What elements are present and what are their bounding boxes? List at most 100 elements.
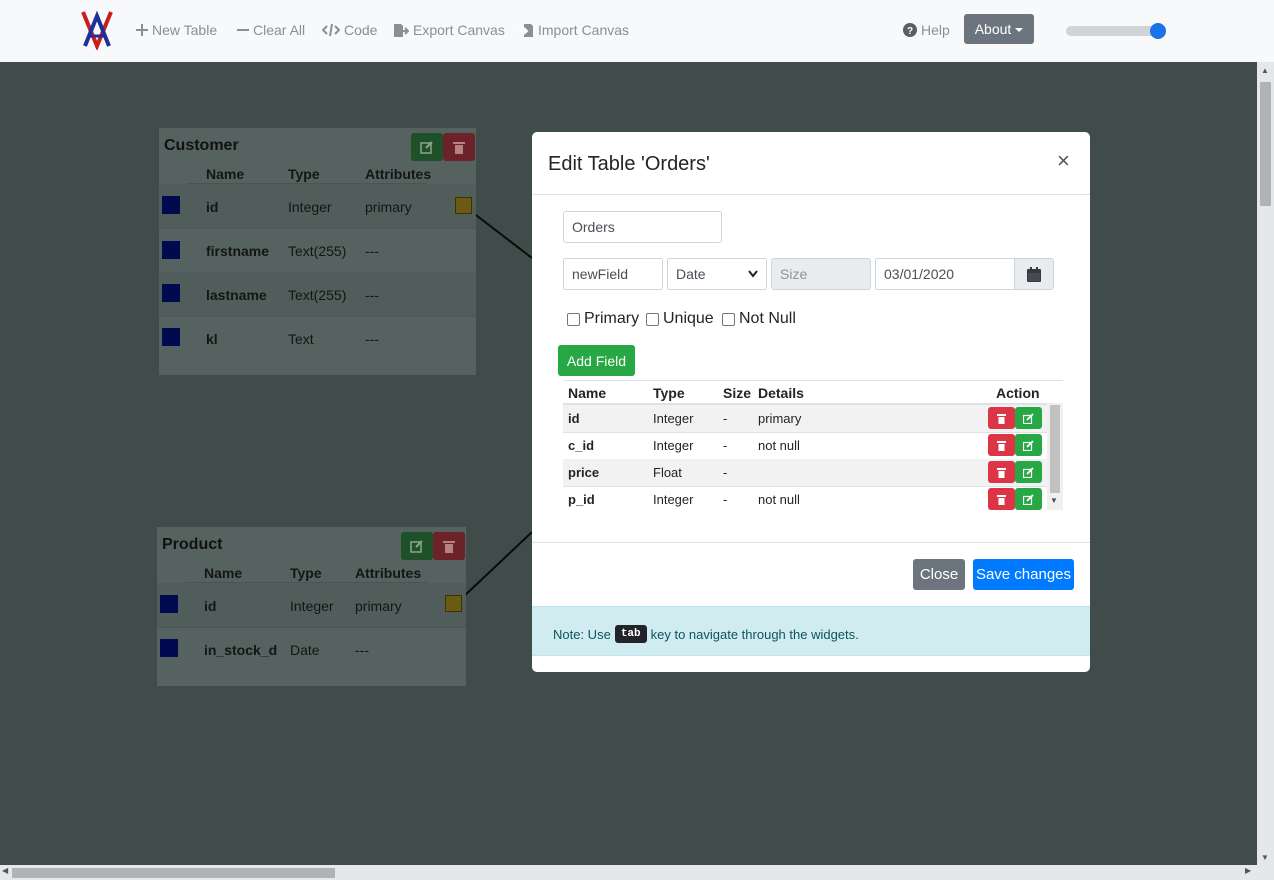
scroll-right-arrow-icon[interactable]: ▶	[1245, 866, 1251, 875]
table-row[interactable]: lastname Text(255) ---	[159, 272, 476, 316]
field-name: price	[568, 465, 600, 480]
delete-table-button[interactable]	[443, 133, 475, 161]
field-type: Integer	[653, 438, 694, 453]
field-size: -	[723, 492, 728, 507]
field-type: Text(255)	[288, 243, 347, 259]
relation-anchor[interactable]	[455, 197, 472, 214]
scroll-left-arrow-icon[interactable]: ◀	[2, 866, 8, 875]
not-null-label: Not Null	[739, 310, 796, 327]
horizontal-scrollbar-thumb[interactable]	[12, 868, 335, 878]
field-anchor[interactable]	[160, 595, 178, 613]
delete-field-button[interactable]	[988, 488, 1015, 510]
field-name: id	[206, 199, 219, 215]
field-size: -	[723, 438, 728, 453]
product-table-card[interactable]: Product Name Type Attributes id Integer …	[157, 527, 466, 686]
field-details: not null	[758, 492, 800, 507]
field-type: Integer	[290, 598, 334, 614]
unique-checkbox[interactable]: Unique	[646, 310, 714, 328]
column-header-name: Name	[568, 385, 607, 401]
relation-anchor[interactable]	[445, 595, 462, 612]
column-header-name: Name	[204, 565, 243, 581]
tab-key-badge: tab	[614, 625, 647, 643]
modal-title: Edit Table 'Orders'	[548, 153, 710, 175]
vertical-scrollbar-thumb[interactable]	[1260, 82, 1271, 206]
close-button[interactable]: Close	[913, 559, 965, 590]
field-anchor[interactable]	[162, 196, 180, 214]
field-anchor[interactable]	[160, 639, 178, 657]
add-field-button[interactable]: Add Field	[558, 345, 635, 376]
customer-table-card[interactable]: Customer Name Type Attributes id Integer…	[159, 128, 476, 375]
table-top-border	[563, 380, 1063, 381]
delete-field-button[interactable]	[988, 434, 1015, 456]
primary-checkbox-box[interactable]	[567, 312, 580, 326]
edit-icon	[1023, 493, 1034, 505]
delete-field-button[interactable]	[988, 461, 1015, 483]
column-header-type: Type	[288, 166, 320, 182]
save-changes-button[interactable]: Save changes	[973, 559, 1074, 590]
field-name-input[interactable]: newField	[563, 258, 663, 290]
unique-checkbox-box[interactable]	[646, 312, 659, 326]
delete-field-button[interactable]	[988, 407, 1015, 429]
not-null-checkbox-box[interactable]	[722, 312, 735, 326]
table-row[interactable]: id Integer primary	[159, 184, 476, 228]
field-attributes: ---	[365, 287, 379, 303]
column-header-type: Type	[653, 385, 685, 401]
field-type: Date	[290, 642, 320, 658]
field-name: id	[568, 411, 580, 426]
scroll-down-arrow-icon[interactable]: ▼	[1261, 853, 1269, 862]
edit-field-button[interactable]	[1015, 407, 1042, 429]
field-anchor[interactable]	[162, 284, 180, 302]
not-null-checkbox[interactable]: Not Null	[722, 310, 796, 328]
modal-header-divider	[532, 194, 1090, 195]
edit-table-button[interactable]	[401, 532, 433, 560]
close-icon[interactable]: ×	[1057, 150, 1070, 172]
relation-line-customer	[471, 211, 533, 259]
field-type-select[interactable]: Date	[667, 258, 767, 290]
fields-table: Name Type Size Details Action id Integer…	[563, 380, 1063, 510]
date-input[interactable]: 03/01/2020	[875, 258, 1016, 290]
table-title: Product	[162, 536, 223, 553]
column-header-type: Type	[290, 565, 322, 581]
field-anchor[interactable]	[162, 241, 180, 259]
scroll-down-arrow-icon[interactable]: ▼	[1050, 496, 1058, 505]
edit-icon	[1023, 412, 1034, 424]
note-suffix: key to navigate through the widgets.	[650, 626, 859, 642]
table-row: p_id Integer - not null	[563, 486, 1047, 513]
column-header-size: Size	[723, 385, 752, 401]
table-row: price Float -	[563, 459, 1047, 486]
table-title: Customer	[164, 137, 239, 154]
table-row[interactable]: kl Text ---	[159, 316, 476, 360]
fields-table-scrollbar-thumb[interactable]	[1050, 405, 1060, 493]
table-row[interactable]: firstname Text(255) ---	[159, 228, 476, 272]
field-size-input[interactable]: Size	[771, 258, 871, 290]
edit-field-button[interactable]	[1015, 461, 1042, 483]
field-anchor[interactable]	[162, 328, 180, 346]
column-header-details: Details	[758, 385, 804, 401]
field-details: not null	[758, 438, 800, 453]
table-row[interactable]: in_stock_d Date ---	[157, 627, 466, 671]
column-header-attributes: Attributes	[355, 565, 422, 581]
field-attributes: ---	[355, 642, 369, 658]
table-name-input[interactable]: Orders	[563, 211, 722, 243]
primary-checkbox[interactable]: Primary	[567, 310, 639, 328]
field-type: Text(255)	[288, 287, 347, 303]
edit-field-button[interactable]	[1015, 434, 1042, 456]
trash-icon	[997, 440, 1006, 451]
field-attributes: ---	[365, 331, 379, 347]
field-type: Float	[653, 465, 682, 480]
field-name: lastname	[206, 287, 267, 303]
table-row[interactable]: id Integer primary	[157, 583, 466, 627]
trash-icon	[997, 413, 1006, 424]
field-name: id	[204, 598, 217, 614]
column-header-attributes: Attributes	[365, 166, 432, 182]
edit-table-button[interactable]	[411, 133, 443, 161]
note-prefix: Note: Use	[553, 626, 611, 642]
calendar-button[interactable]	[1014, 258, 1054, 290]
edit-field-button[interactable]	[1015, 488, 1042, 510]
trash-icon	[453, 142, 465, 154]
field-type: Integer	[653, 411, 694, 426]
scroll-up-arrow-icon[interactable]: ▲	[1261, 66, 1269, 75]
delete-table-button[interactable]	[433, 532, 465, 560]
field-type: Text	[288, 331, 314, 347]
field-attributes: primary	[355, 598, 402, 614]
